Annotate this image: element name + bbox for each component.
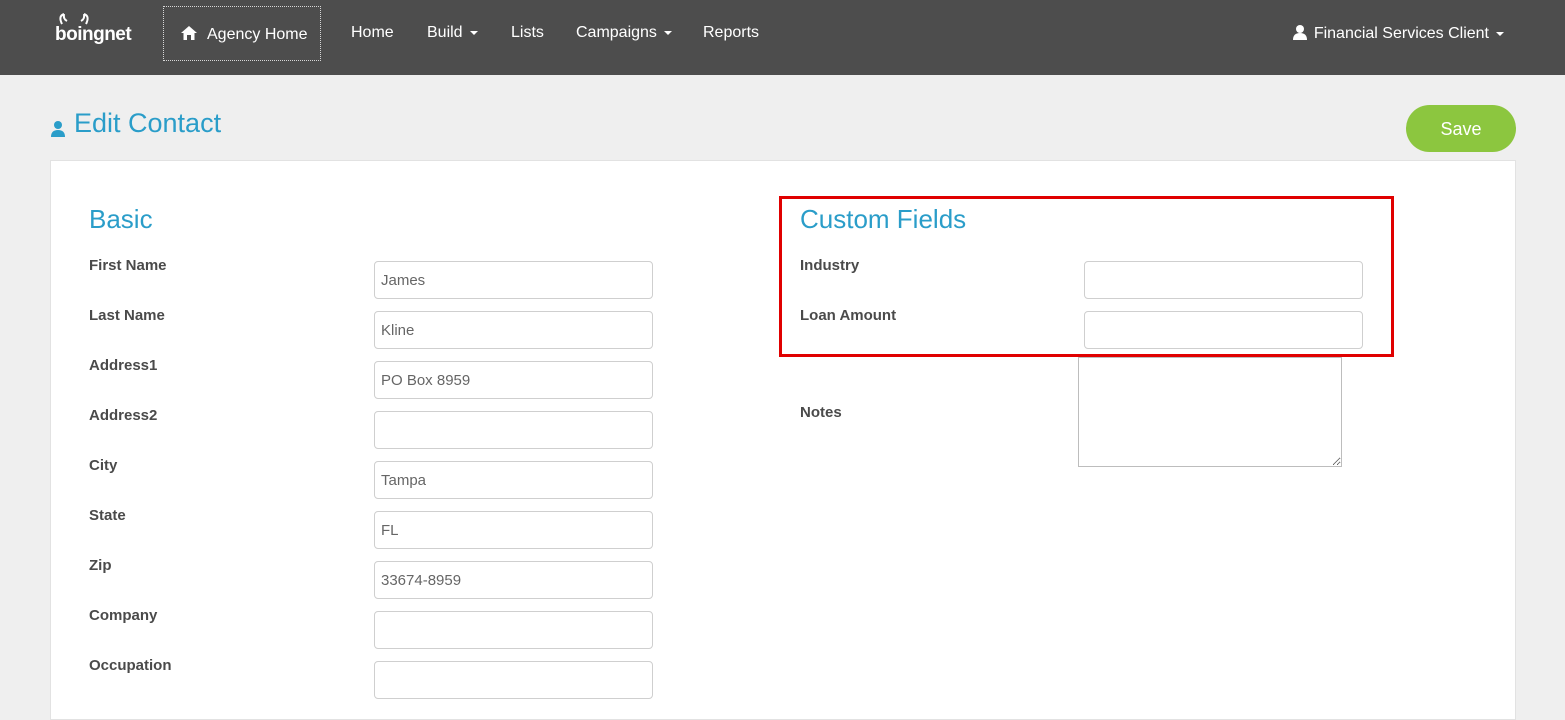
page-title-text: Edit Contact: [74, 108, 222, 138]
user-menu[interactable]: Financial Services Client: [1292, 24, 1504, 43]
zip-label: Zip: [89, 557, 112, 574]
city-input[interactable]: [374, 461, 653, 499]
nav-reports[interactable]: Reports: [703, 24, 759, 42]
industry-label: Industry: [800, 257, 860, 274]
contact-icon: [51, 121, 65, 137]
home-icon: [181, 26, 197, 40]
last-name-label: Last Name: [89, 307, 165, 324]
state-input[interactable]: [374, 511, 653, 549]
custom-fields-title: Custom Fields: [800, 204, 967, 234]
notes-textarea[interactable]: [1078, 357, 1342, 467]
loan-amount-input[interactable]: [1084, 311, 1363, 349]
chevron-down-icon: [663, 30, 672, 35]
agency-home-button[interactable]: Agency Home: [163, 6, 321, 61]
top-navbar: boingnet Agency Home Home Build Lists Ca…: [0, 0, 1565, 75]
nav-lists-label: Lists: [511, 24, 544, 41]
user-icon: [1292, 25, 1307, 40]
nav-build[interactable]: Build: [427, 24, 478, 42]
first-name-label: First Name: [89, 257, 167, 274]
first-name-input[interactable]: [374, 261, 653, 299]
nav-lists[interactable]: Lists: [511, 24, 544, 42]
state-label: State: [89, 507, 126, 524]
chevron-down-icon: [469, 30, 478, 35]
zip-input[interactable]: [374, 561, 653, 599]
loan-amount-label: Loan Amount: [800, 307, 897, 324]
occupation-label: Occupation: [89, 657, 172, 674]
nav-reports-label: Reports: [703, 24, 760, 41]
nav-campaigns[interactable]: Campaigns: [576, 24, 672, 42]
save-button[interactable]: Save: [1406, 105, 1516, 152]
basic-section-title: Basic: [89, 204, 153, 234]
boingnet-logo[interactable]: boingnet: [52, 12, 144, 48]
occupation-input[interactable]: [374, 661, 653, 699]
edit-contact-panel: Basic First Name Last Name Address1 Addr…: [50, 160, 1516, 720]
user-menu-label: Financial Services Client: [1313, 25, 1489, 42]
agency-home-label: Agency Home: [207, 26, 308, 43]
chevron-down-icon: [1496, 31, 1504, 36]
notes-label: Notes: [800, 404, 842, 421]
nav-campaigns-label: Campaigns: [576, 24, 657, 41]
address1-input[interactable]: [374, 361, 653, 399]
company-input[interactable]: [374, 611, 653, 649]
page-title: Edit Contact: [49, 108, 221, 139]
company-label: Company: [89, 607, 158, 624]
logo-text: boingnet: [55, 24, 132, 45]
city-label: City: [89, 457, 118, 474]
nav-home-label: Home: [351, 24, 394, 41]
address2-label: Address2: [89, 407, 158, 424]
address2-input[interactable]: [374, 411, 653, 449]
nav-home[interactable]: Home: [351, 24, 394, 42]
nav-build-label: Build: [427, 24, 463, 41]
address1-label: Address1: [89, 357, 158, 374]
industry-input[interactable]: [1084, 261, 1363, 299]
last-name-input[interactable]: [374, 311, 653, 349]
